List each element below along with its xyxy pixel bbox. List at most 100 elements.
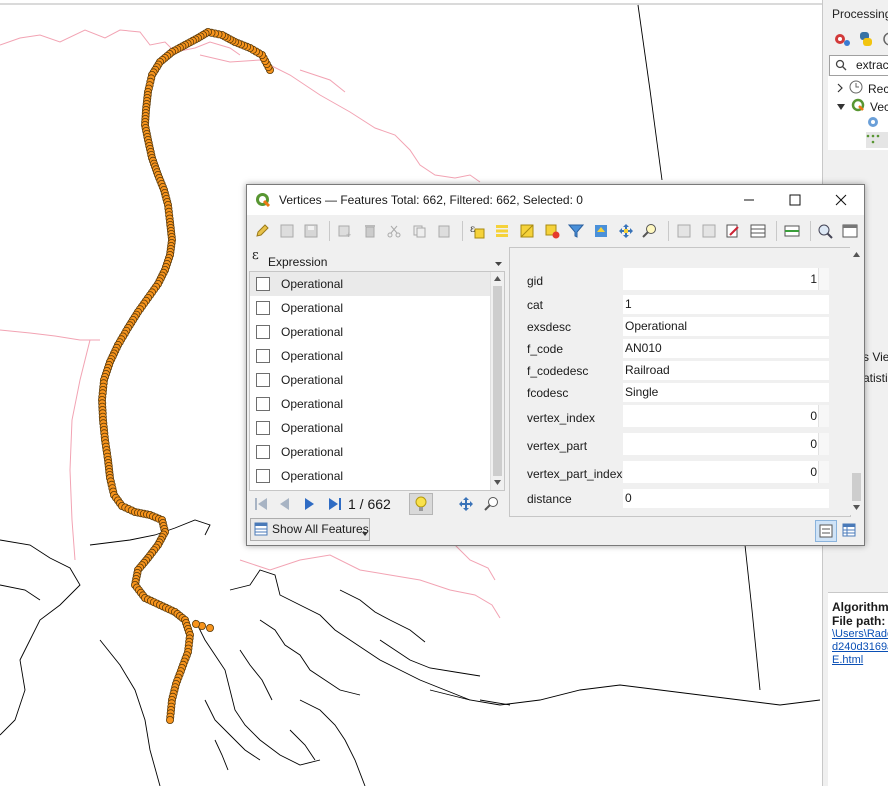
zoom-to-selection-button[interactable]: [639, 220, 661, 242]
expand-arrow-icon[interactable]: [836, 82, 844, 96]
exsdesc-field[interactable]: Operational: [623, 317, 829, 336]
next-feature-icon[interactable]: [304, 497, 316, 514]
delete-field-button[interactable]: [698, 220, 720, 242]
feature-checkbox[interactable]: [256, 277, 270, 291]
feature-checkbox[interactable]: [256, 397, 270, 411]
feature-checkbox[interactable]: [256, 373, 270, 387]
open-field-calculator-button[interactable]: [723, 220, 745, 242]
deselect-all-button[interactable]: [541, 220, 563, 242]
list-item[interactable]: Operational: [250, 416, 490, 440]
dock-undock-button[interactable]: [839, 220, 861, 242]
vertex-index-field[interactable]: 0: [623, 405, 829, 427]
last-feature-icon[interactable]: [328, 497, 342, 514]
expression-selector[interactable]: ε Expression: [248, 248, 504, 271]
automatic-pan-icon[interactable]: [458, 496, 474, 515]
scrollbar-thumb[interactable]: [493, 286, 502, 476]
form-scrollbar[interactable]: [850, 247, 863, 515]
spin-box-arrows[interactable]: [818, 461, 829, 483]
help-file-link[interactable]: d240d3169a: [832, 641, 888, 653]
dialog-titlebar[interactable]: Vertices — Features Total: 662, Filtered…: [247, 185, 864, 215]
vertex-part-index-field[interactable]: 0: [623, 461, 829, 483]
scrollbar-thumb[interactable]: [852, 473, 861, 501]
panel-tab-fragment-statistics[interactable]: atisti: [863, 371, 888, 385]
collapse-arrow-icon[interactable]: [836, 100, 846, 114]
spin-box-arrows[interactable]: [818, 405, 829, 427]
save-edits-button[interactable]: [300, 220, 322, 242]
list-item[interactable]: Operational: [250, 392, 490, 416]
feature-checkbox[interactable]: [256, 421, 270, 435]
switch-to-table-view-button[interactable]: [839, 520, 859, 540]
first-feature-icon[interactable]: [254, 497, 268, 514]
feature-checkbox[interactable]: [256, 349, 270, 363]
automatic-zoom-icon[interactable]: [484, 496, 500, 515]
switch-to-form-view-button[interactable]: [815, 520, 837, 542]
feature-list[interactable]: Operational Operational Operational Oper…: [249, 271, 505, 491]
select-by-expression-button[interactable]: ε: [467, 220, 489, 242]
multi-edit-icon: [280, 224, 293, 238]
close-button[interactable]: [818, 185, 864, 215]
new-field-button[interactable]: [673, 220, 695, 242]
zoom-map-to-rows-button[interactable]: [815, 220, 837, 242]
multi-edit-button[interactable]: [276, 220, 298, 242]
minimize-button[interactable]: [726, 185, 772, 215]
list-item[interactable]: Operational: [250, 272, 490, 296]
gid-field[interactable]: 1: [623, 268, 829, 290]
models-gear-icon[interactable]: [833, 30, 851, 51]
scroll-up-icon[interactable]: [494, 276, 501, 281]
highlight-feature-button[interactable]: [409, 493, 433, 515]
delete-feature-button[interactable]: [359, 220, 381, 242]
field-label-f-code: f_code: [527, 342, 564, 356]
tree-item-algorithm[interactable]: [866, 115, 880, 132]
feature-checkbox[interactable]: [256, 469, 270, 483]
scroll-down-icon[interactable]: [494, 480, 501, 485]
cat-field[interactable]: 1: [623, 295, 829, 314]
move-selection-to-top-button[interactable]: [590, 220, 612, 242]
list-item[interactable]: Operational: [250, 344, 490, 368]
list-scrollbar[interactable]: [490, 272, 504, 490]
list-item[interactable]: Operational: [250, 320, 490, 344]
chevron-down-icon[interactable]: [495, 256, 502, 270]
actions-button[interactable]: [781, 220, 803, 242]
field-label-cat: cat: [527, 298, 544, 312]
spin-box-arrows[interactable]: [818, 268, 829, 290]
cut-button[interactable]: [383, 220, 405, 242]
toolbox-search-input[interactable]: extract: [829, 55, 888, 76]
tree-item-extract-vertices[interactable]: [866, 132, 888, 148]
toggle-edit-button[interactable]: [251, 220, 273, 242]
feature-checkbox[interactable]: [256, 325, 270, 339]
distance-field[interactable]: 0: [623, 489, 829, 508]
list-item-label: Operational: [281, 373, 344, 387]
show-all-features-button[interactable]: Show All Features: [250, 518, 370, 541]
vertex-part-field[interactable]: 0: [623, 433, 829, 455]
scroll-down-icon[interactable]: [853, 505, 860, 510]
list-item[interactable]: Operational: [250, 440, 490, 464]
feature-checkbox[interactable]: [256, 301, 270, 315]
history-icon[interactable]: [881, 30, 888, 51]
fcodesc-field[interactable]: Single: [623, 383, 829, 402]
tree-item-recently-used[interactable]: Rec: [836, 80, 888, 97]
scroll-up-icon[interactable]: [853, 252, 860, 257]
spin-box-arrows[interactable]: [818, 433, 829, 455]
panel-tab-fragment-views[interactable]: s Vie: [863, 350, 888, 364]
previous-feature-icon[interactable]: [278, 497, 290, 514]
add-feature-button[interactable]: +: [334, 220, 356, 242]
maximize-button[interactable]: [772, 185, 818, 215]
list-item[interactable]: Operational: [250, 296, 490, 320]
tree-item-vector[interactable]: Vec: [836, 98, 888, 115]
help-file-link[interactable]: \Users\Rade: [832, 628, 888, 640]
paste-button[interactable]: [433, 220, 455, 242]
list-item[interactable]: Operational: [250, 368, 490, 392]
list-item[interactable]: Operational: [250, 464, 490, 488]
pan-to-selection-button[interactable]: [615, 220, 637, 242]
invert-selection-button[interactable]: [516, 220, 538, 242]
f-codedesc-field[interactable]: Railroad: [623, 361, 829, 380]
select-all-button[interactable]: [491, 220, 513, 242]
python-icon[interactable]: [857, 30, 875, 51]
help-file-link[interactable]: E.html: [832, 654, 863, 666]
feature-checkbox[interactable]: [256, 445, 270, 459]
expression-label: Expression: [268, 255, 328, 269]
conditional-formatting-button[interactable]: [747, 220, 769, 242]
f-code-field[interactable]: AN010: [623, 339, 829, 358]
copy-button[interactable]: [408, 220, 430, 242]
filter-select-button[interactable]: [565, 220, 587, 242]
